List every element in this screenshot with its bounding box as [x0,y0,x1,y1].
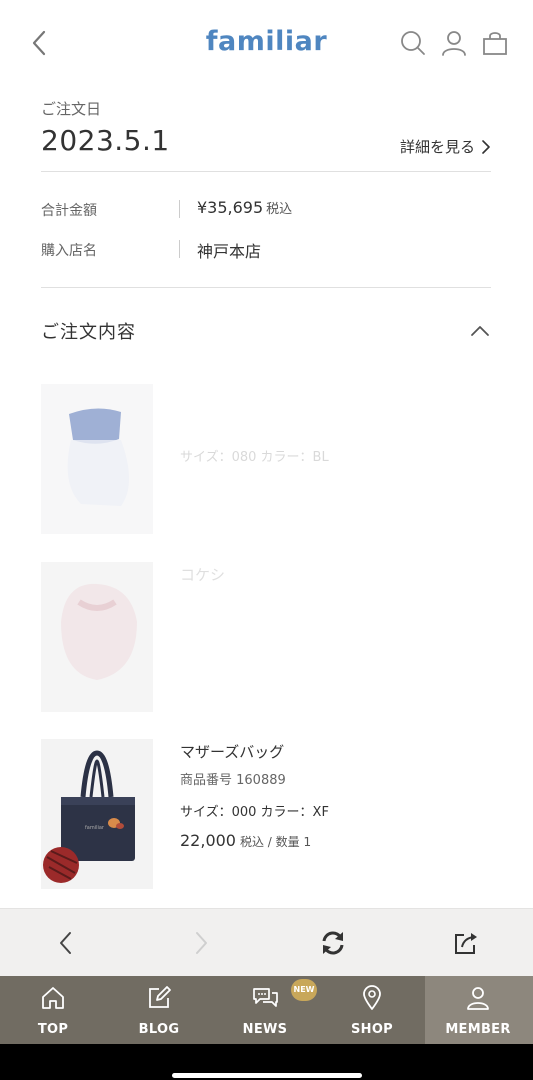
divider [41,287,491,288]
svg-text:familiar: familiar [85,825,105,831]
reload-button[interactable] [319,929,347,957]
user-icon [442,31,466,56]
store-value: 神戸本店 [197,242,262,261]
tax-included-label: 税込 [266,202,293,217]
product-thumbnail: familiar [41,739,153,889]
forward-arrow-icon [196,932,207,954]
account-button[interactable] [439,28,469,58]
user-icon [467,987,489,1010]
news-new-badge: NEW [291,979,317,1001]
product-item[interactable]: familiar マザーズバッグ 商品番号 160889 サイズ：000 カラー… [41,739,491,889]
home-indicator[interactable] [172,1073,362,1078]
tab-blog[interactable]: BLOG [106,976,212,1044]
product-image-dress [67,408,129,506]
product-spec: サイズ：000 カラー：XF [180,805,329,820]
view-details-label: 詳細を見る [399,138,475,156]
tab-member[interactable]: MEMBER [425,976,533,1044]
product-price: 22,000 税込 / 数量 1 [180,831,311,850]
collapse-toggle[interactable] [469,320,491,342]
edit-icon [149,986,171,1008]
order-date-value: 2023.5.1 [41,124,170,157]
product-code: 商品番号 160889 [180,773,286,788]
store-row: 購入店名 神戸本店 [41,238,491,262]
chevron-up-icon [471,326,489,336]
product-thumbnail [41,384,153,534]
product-thumbnail [41,562,153,712]
chat-icon [253,988,278,1007]
order-date-label: ご注文日 [41,100,102,118]
total-row: 合計金額 ¥35,695 税込 [41,198,491,222]
product-item[interactable]: サイズ：080 カラー：BL [41,384,491,534]
share-button[interactable] [452,929,480,957]
view-details-link[interactable]: 詳細を見る [400,136,491,157]
tab-label: BLOG [138,1022,180,1037]
separator [179,240,180,258]
back-arrow-icon [60,932,71,954]
product-image-tote-bag: familiar [43,750,135,883]
divider [41,171,491,172]
product-name: マザーズバッグ [180,743,285,761]
price-amount: 22,000 [180,831,236,850]
home-icon [42,987,64,1009]
tab-label: SHOP [350,1022,394,1037]
order-items-title: ご注文内容 [41,322,136,343]
app-header: familiar [0,0,533,88]
bottom-tab-bar: TOP BLOG NEWS SHOP MEMBER [0,976,533,1044]
home-indicator-area [0,1044,533,1080]
browser-back-button[interactable] [53,929,81,957]
tab-label: NEWS [242,1022,288,1037]
tab-label: MEMBER [445,1022,511,1037]
product-spec: サイズ：080 カラー：BL [180,450,329,465]
chevron-right-icon [482,139,490,154]
product-image-bib [61,583,137,680]
search-icon [401,31,425,55]
tab-shop[interactable]: SHOP [319,976,425,1044]
cart-button[interactable] [480,28,510,58]
price-note: 税込 / 数量 1 [239,835,312,849]
total-value: ¥35,695 税込 [197,198,292,217]
total-amount: ¥35,695 [197,198,264,217]
product-item[interactable]: コケシ [41,562,491,712]
share-icon [455,933,477,954]
tab-label: TOP [37,1022,69,1037]
separator [179,200,180,218]
product-name: コケシ [180,566,226,584]
reload-icon [322,931,344,955]
store-label: 購入店名 [41,243,97,259]
bag-icon [483,32,507,55]
browser-toolbar [0,908,533,976]
location-pin-icon [363,985,381,1010]
search-button[interactable] [398,28,428,58]
browser-forward-button[interactable] [186,929,214,957]
total-label: 合計金額 [41,203,97,219]
tab-top[interactable]: TOP [0,976,106,1044]
